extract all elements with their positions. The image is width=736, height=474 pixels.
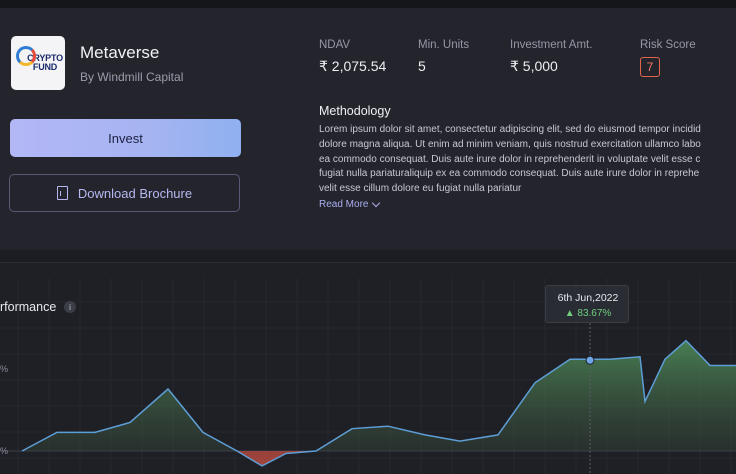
methodology-line: dolore magna aliqua. Ut enim ad minim ve…	[319, 138, 701, 150]
methodology-title: Methodology	[319, 104, 391, 118]
methodology-line: fugiat nulla pariaturaliquip ex ea commo…	[319, 168, 700, 180]
logo-ring-icon	[16, 46, 36, 66]
risk-score-badge: 7	[640, 57, 660, 77]
methodology-line: Lorem ipsum dolor sit amet, consectetur …	[319, 124, 701, 135]
min-units-value: 5	[418, 58, 426, 74]
read-more-link[interactable]: Read More	[319, 198, 381, 210]
chart-tooltip: 6th Jun,2022 ▲ 83.67%	[545, 285, 629, 323]
info-icon[interactable]: i	[64, 301, 76, 313]
download-brochure-label: Download Brochure	[77, 185, 193, 201]
ndav-label: NDAV	[319, 39, 351, 51]
fund-logo: CRYPTO FUND	[11, 36, 65, 90]
download-brochure-button[interactable]: Download Brochure	[9, 174, 240, 212]
investment-amount-value: ₹ 5,000	[510, 58, 558, 74]
page: CRYPTO FUND Metaverse By Windmill Capita…	[0, 0, 736, 474]
top-strip	[0, 0, 736, 8]
document-icon	[56, 186, 68, 200]
highlight-point[interactable]	[585, 355, 595, 365]
y-axis-label: %	[0, 446, 9, 456]
investment-amount-label: Investment Amt.	[510, 39, 593, 51]
positive-area	[22, 340, 736, 451]
ndav-value: ₹ 2,075.54	[319, 58, 387, 74]
logo-text-line2: FUND	[32, 62, 58, 72]
min-units-label: Min. Units	[418, 39, 470, 51]
read-more-label: Read More	[319, 199, 369, 210]
performance-title: rformance	[0, 300, 57, 314]
chevron-down-icon	[372, 198, 381, 207]
fund-manager: By Windmill Capital	[80, 70, 184, 84]
tooltip-date: 6th Jun,2022	[557, 292, 619, 304]
tooltip-value: ▲ 83.67%	[564, 308, 612, 319]
y-axis-label: %	[0, 364, 9, 374]
invest-button[interactable]: Invest	[10, 119, 241, 157]
methodology-text: Lorem ipsum dolor sit amet, consectetur …	[319, 123, 736, 197]
methodology-line: ea commodo consequat. Duis aute irure do…	[319, 153, 701, 165]
data-points	[585, 355, 595, 365]
methodology-line: velit esse cillum dolore eu fugiat nulla…	[319, 183, 522, 195]
fund-name: Metaverse	[80, 43, 160, 62]
risk-score-label: Risk Score	[640, 39, 696, 51]
